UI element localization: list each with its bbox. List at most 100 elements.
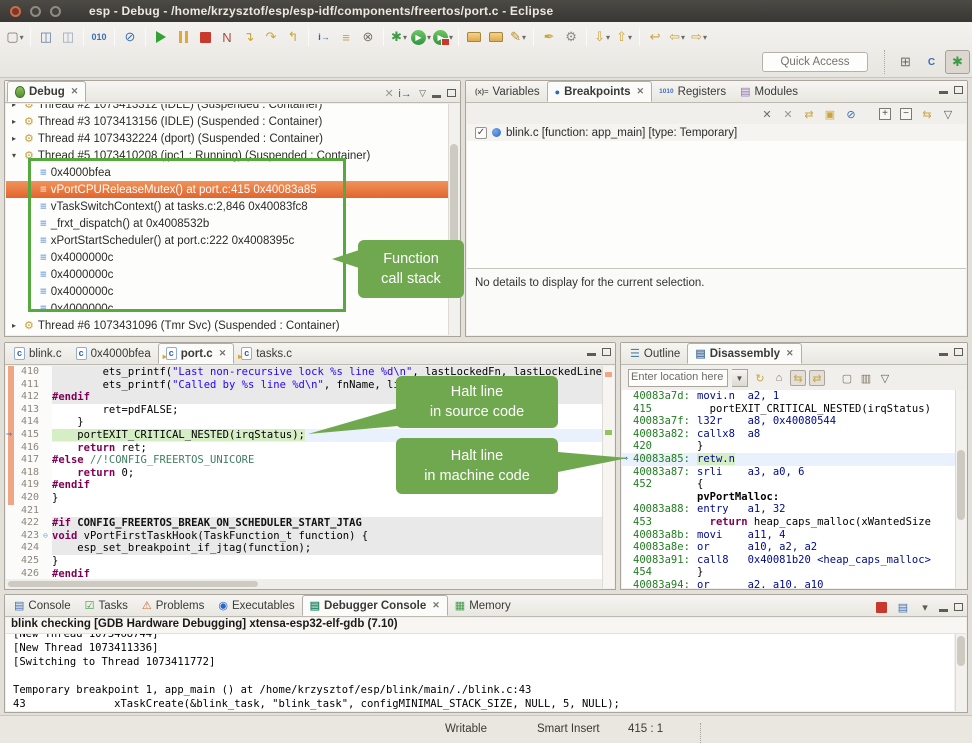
- maximize-icon[interactable]: [954, 603, 963, 611]
- close-icon[interactable]: ✕: [432, 600, 440, 611]
- location-input[interactable]: Enter location here: [628, 369, 728, 387]
- disconnect-button[interactable]: N: [217, 26, 237, 48]
- fold-marker-icon[interactable]: ⊖: [43, 530, 52, 543]
- stack-frame-row[interactable]: ≡_frxt_dispatch() at 0x4008532b: [6, 215, 448, 232]
- new-wizard-button[interactable]: ▢▾: [5, 26, 25, 48]
- close-icon[interactable]: ✕: [786, 348, 794, 359]
- editor-tab-blink-c[interactable]: cblink.c: [7, 343, 69, 364]
- console-tab-problems[interactable]: ⚠Problems: [135, 595, 211, 616]
- show-breakpoint-types-button[interactable]: ⇄: [801, 106, 817, 122]
- tab-variables[interactable]: (x)=Variables: [468, 81, 547, 102]
- expand-arrow-icon[interactable]: ▸: [12, 134, 24, 143]
- breakpoint-item[interactable]: ✓ blink.c [function: app_main] [type: Te…: [467, 124, 966, 141]
- minimize-icon[interactable]: [587, 353, 596, 356]
- save-button[interactable]: ◫: [36, 26, 56, 48]
- external-tools-button[interactable]: ▶▾: [433, 26, 453, 48]
- home-button[interactable]: ⌂: [771, 370, 787, 386]
- save-all-button[interactable]: ◫: [58, 26, 78, 48]
- dropdown-arrow-icon[interactable]: ▾: [681, 33, 685, 42]
- console-output[interactable]: [New Thread 1073468744][New Thread 10734…: [6, 634, 954, 711]
- expand-arrow-icon[interactable]: ▸: [12, 104, 24, 109]
- expand-all-button[interactable]: +: [877, 106, 893, 122]
- minimize-icon[interactable]: [432, 95, 441, 98]
- open-element-button[interactable]: [464, 26, 484, 48]
- dropdown-arrow-icon[interactable]: ▾: [628, 33, 632, 42]
- resume-button[interactable]: [151, 26, 171, 48]
- open-resource-button[interactable]: [486, 26, 506, 48]
- close-icon[interactable]: ✕: [71, 86, 79, 97]
- tab-registers[interactable]: 1010Registers: [652, 81, 733, 102]
- sync-with-debug-context-button[interactable]: ⇆: [790, 370, 806, 386]
- stack-frame-row[interactable]: ≡0x4000bfea: [6, 164, 448, 181]
- debug-button[interactable]: ✱▾: [389, 26, 409, 48]
- link-with-debug-view-button[interactable]: ⇆: [919, 106, 935, 122]
- previous-annotation-button[interactable]: ⇧▾: [614, 26, 634, 48]
- thread-row[interactable]: ▾⚙Thread #5 1073410208 (ipc1 : Running) …: [6, 147, 448, 164]
- stack-frame-row[interactable]: ≡vTaskSwitchContext() at tasks.c:2,846 0…: [6, 198, 448, 215]
- tab-breakpoints[interactable]: ●Breakpoints✕: [547, 81, 652, 102]
- editor-tab-0x4000bfea[interactable]: c0x4000bfea: [69, 343, 158, 364]
- dropdown-arrow-icon[interactable]: ▾: [606, 33, 610, 42]
- next-annotation-button[interactable]: ⇩▾: [592, 26, 612, 48]
- dropdown-arrow-icon[interactable]: ▾: [20, 33, 24, 42]
- maximize-icon[interactable]: [954, 86, 963, 94]
- console-scrollbar[interactable]: [955, 634, 966, 711]
- thread-row[interactable]: ▸⚙Thread #2 1073413312 (IDLE) (Suspended…: [6, 104, 448, 113]
- editor-tab-tasks-c[interactable]: c▸tasks.c: [234, 343, 299, 364]
- step-over-button[interactable]: ↷: [261, 26, 281, 48]
- view-menu-icon[interactable]: ▽: [419, 88, 426, 99]
- window-minimize-button[interactable]: [30, 6, 41, 17]
- run-button[interactable]: ▶▾: [411, 26, 431, 48]
- close-icon[interactable]: ✕: [219, 348, 227, 359]
- tab-outline[interactable]: ☰Outline: [623, 343, 687, 364]
- stack-frame-row[interactable]: ≡vPortCPUReleaseMutex() at port.c:415 0x…: [6, 181, 448, 198]
- quick-access-box[interactable]: Quick Access: [762, 52, 868, 72]
- maximize-icon[interactable]: [954, 348, 963, 356]
- overview-ruler[interactable]: [602, 366, 614, 588]
- view-menu-button[interactable]: ▽: [877, 370, 893, 386]
- remove-all-terminated-button[interactable]: ✕: [381, 85, 397, 101]
- expand-arrow-icon[interactable]: ▸: [12, 321, 24, 330]
- console-menu-button[interactable]: ▾: [917, 599, 933, 615]
- tab-disassembly[interactable]: ▤Disassembly✕: [687, 343, 801, 364]
- debug-scrollbar[interactable]: [448, 104, 459, 335]
- skip-all-breakpoints-button[interactable]: ⊘: [843, 106, 859, 122]
- console-tab-memory[interactable]: ▦Memory: [448, 595, 518, 616]
- skip-all-breakpoints-button[interactable]: ⊘: [120, 26, 140, 48]
- go-to-file-for-breakpoint-button[interactable]: ▣: [822, 106, 838, 122]
- console-tab-debugger-console[interactable]: ▤Debugger Console✕: [302, 595, 448, 616]
- minimize-icon[interactable]: [939, 91, 948, 94]
- collapse-arrow-icon[interactable]: ▾: [12, 151, 24, 160]
- suspend-button[interactable]: [173, 26, 193, 48]
- back-button[interactable]: ⇦▾: [667, 26, 687, 48]
- editor-tab-port-c[interactable]: c▸port.c✕: [158, 343, 235, 364]
- minimize-icon[interactable]: [939, 353, 948, 356]
- terminate-button[interactable]: [195, 26, 215, 48]
- remove-breakpoint-button[interactable]: ✕: [759, 106, 775, 122]
- use-step-filters-button[interactable]: ⊗: [358, 26, 378, 48]
- expand-arrow-icon[interactable]: ▸: [12, 117, 24, 126]
- minimize-icon[interactable]: [939, 609, 948, 612]
- step-into-button[interactable]: ↴: [239, 26, 259, 48]
- window-close-button[interactable]: [10, 6, 21, 17]
- close-icon[interactable]: ✕: [637, 86, 645, 97]
- thread-row[interactable]: ▸⚙Thread #3 1073413156 (IDLE) (Suspended…: [6, 113, 448, 130]
- binary-console-button[interactable]: 010: [89, 26, 109, 48]
- dropdown-arrow-icon[interactable]: ▾: [403, 33, 407, 42]
- thread-row[interactable]: ▸⚙Thread #4 1073432224 (dport) (Suspende…: [6, 130, 448, 147]
- maximize-icon[interactable]: [602, 348, 611, 356]
- instruction-stepping-mode-button[interactable]: i→: [397, 86, 413, 102]
- maximize-icon[interactable]: [447, 89, 456, 97]
- step-return-button[interactable]: ↰: [283, 26, 303, 48]
- dropdown-arrow-icon[interactable]: ▾: [427, 33, 431, 42]
- open-new-view-button[interactable]: ▥: [858, 370, 874, 386]
- refresh-button[interactable]: ↻: [752, 370, 768, 386]
- forward-button[interactable]: ⇨▾: [689, 26, 709, 48]
- view-menu-button[interactable]: ▽: [940, 106, 956, 122]
- tab-modules[interactable]: ▤Modules: [733, 81, 805, 102]
- track-expression-button[interactable]: ⇄: [809, 370, 825, 386]
- instruction-stepping-button[interactable]: i→: [314, 26, 334, 48]
- debug-perspective-button[interactable]: ✱: [945, 50, 970, 74]
- open-perspective-button[interactable]: ⊞: [893, 50, 918, 74]
- dropdown-arrow-icon[interactable]: ▾: [703, 33, 707, 42]
